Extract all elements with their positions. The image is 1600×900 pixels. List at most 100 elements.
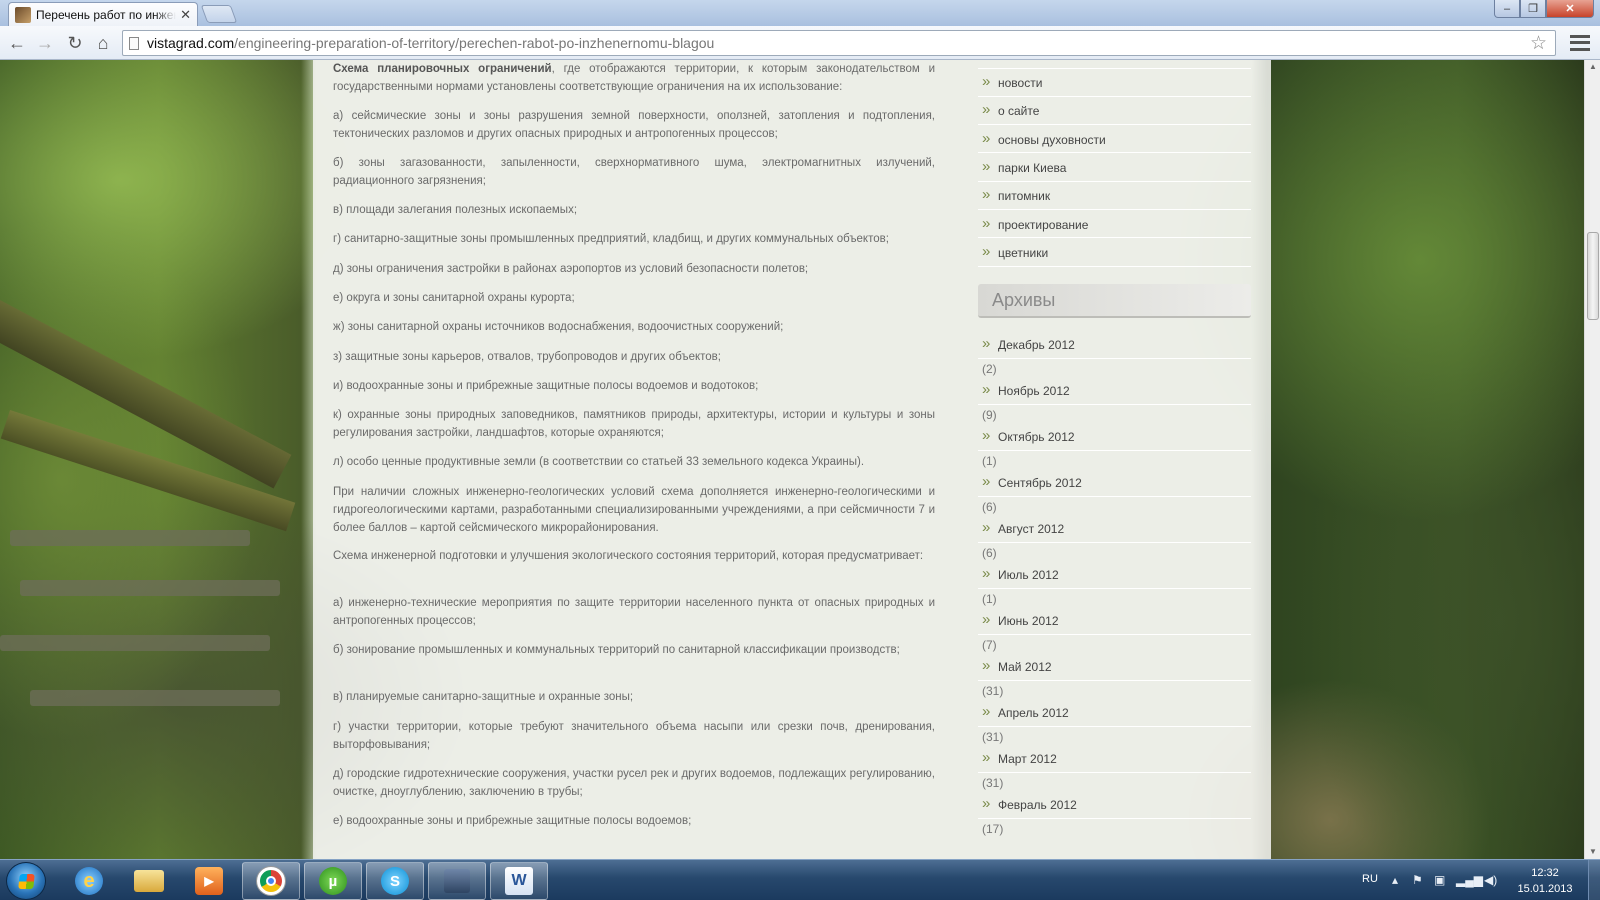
article-paragraph: л) особо ценные продуктивные земли (в со…: [333, 456, 865, 468]
media-player-icon[interactable]: ▶: [180, 862, 238, 900]
show-desktop-button[interactable]: [1588, 860, 1600, 900]
start-button[interactable]: [6, 862, 46, 900]
article-paragraph: д) городские гидротехнические сооружения…: [333, 768, 935, 798]
category-link[interactable]: проектирование: [978, 215, 1251, 232]
category-link[interactable]: о сайте: [978, 101, 1251, 118]
tray-expand-icon[interactable]: ▴: [1392, 873, 1398, 887]
background-image: [30, 690, 280, 706]
archive-count: (31): [982, 730, 1004, 744]
chrome-icon[interactable]: [242, 862, 300, 900]
vertical-scrollbar[interactable]: ▲ ▼: [1584, 60, 1600, 859]
background-image: [0, 635, 270, 651]
archive-link[interactable]: Апрель 2012: [978, 703, 1251, 720]
internet-explorer-icon[interactable]: e: [60, 862, 118, 900]
archive-link[interactable]: Июль 2012: [978, 565, 1251, 582]
background-image: [10, 530, 250, 546]
article-bold-term: Схема планировочных ограничений: [333, 63, 552, 75]
browser-tab[interactable]: Перечень работ по инженерной ✕: [8, 2, 198, 26]
divider: [978, 726, 1251, 727]
reload-icon[interactable]: ↻: [64, 32, 86, 54]
scroll-down-arrow-icon[interactable]: ▼: [1585, 845, 1600, 859]
divider: [978, 680, 1251, 681]
bookmark-star-icon[interactable]: ☆: [1530, 32, 1547, 55]
url-host: vistagrad.com: [147, 35, 235, 51]
category-link[interactable]: основы духовности: [978, 130, 1251, 147]
new-tab-button[interactable]: [200, 5, 238, 23]
archive-link[interactable]: Март 2012: [978, 749, 1251, 766]
archive-count: (9): [982, 408, 997, 422]
clock[interactable]: 12:32 15.01.2013: [1510, 865, 1580, 897]
home-icon[interactable]: ⌂: [92, 32, 114, 54]
category-link[interactable]: новости: [978, 73, 1251, 90]
divider: [978, 96, 1251, 97]
archive-link[interactable]: Август 2012: [978, 519, 1251, 536]
safely-remove-icon[interactable]: ▣: [1434, 873, 1445, 887]
archives-heading: Архивы: [978, 284, 1251, 318]
archive-count: (31): [982, 684, 1004, 698]
archive-link[interactable]: Октябрь 2012: [978, 427, 1251, 444]
archive-link[interactable]: Декабрь 2012: [978, 335, 1251, 352]
archive-count: (2): [982, 362, 997, 376]
computer-icon[interactable]: [428, 862, 486, 900]
article-paragraph: г) санитарно-защитные зоны промышленных …: [333, 233, 889, 245]
clock-date: 15.01.2013: [1517, 883, 1573, 895]
language-indicator[interactable]: RU: [1362, 873, 1378, 885]
archive-count: (17): [982, 822, 1004, 836]
utorrent-icon[interactable]: µ: [304, 862, 362, 900]
window-minimize-button[interactable]: ‒: [1494, 0, 1520, 18]
archive-link[interactable]: Июнь 2012: [978, 611, 1251, 628]
browser-tab-bar: Перечень работ по инженерной ✕ ‒ ❐ ✕: [0, 0, 1600, 26]
network-icon[interactable]: ▂▄▆: [1456, 873, 1483, 887]
action-center-flag-icon[interactable]: ⚑: [1412, 873, 1423, 887]
article-paragraph: е) округа и зоны санитарной охраны курор…: [333, 292, 575, 304]
divider: [978, 588, 1251, 589]
archive-link[interactable]: Ноябрь 2012: [978, 381, 1251, 398]
divider: [978, 818, 1251, 819]
clock-time: 12:32: [1531, 867, 1559, 879]
category-link[interactable]: питомник: [978, 186, 1251, 203]
divider: [978, 404, 1251, 405]
article-paragraph: з) защитные зоны карьеров, отвалов, труб…: [333, 351, 721, 363]
archive-count: (31): [982, 776, 1004, 790]
article-paragraph: к) охранные зоны природных заповедников,…: [333, 409, 935, 439]
divider: [978, 496, 1251, 497]
window-maximize-button[interactable]: ❐: [1520, 0, 1546, 18]
divider: [978, 542, 1251, 543]
archive-link[interactable]: Сентябрь 2012: [978, 473, 1251, 490]
divider: [978, 68, 1251, 69]
forward-arrow-icon[interactable]: →: [34, 32, 56, 54]
archive-count: (6): [982, 546, 997, 560]
divider: [978, 266, 1251, 267]
scroll-up-arrow-icon[interactable]: ▲: [1585, 60, 1600, 74]
divider: [978, 772, 1251, 773]
article-paragraph: Схема планировочных ограничений, где ото…: [333, 63, 935, 93]
article-paragraph: и) водоохранные зоны и прибрежные защитн…: [333, 380, 759, 392]
article-paragraph: Схема инженерной подготовки и улучшения …: [333, 550, 924, 562]
browser-toolbar: ← → ↻ ⌂ vistagrad.com/engineering-prepar…: [0, 26, 1600, 60]
word-icon[interactable]: W: [490, 862, 548, 900]
article-paragraph: а) инженерно-технические мероприятия по …: [333, 597, 935, 627]
divider: [978, 237, 1251, 238]
category-link[interactable]: парки Киева: [978, 158, 1251, 175]
scrollbar-thumb[interactable]: [1587, 232, 1599, 320]
archive-count: (1): [982, 592, 997, 606]
article-paragraph: б) зонирование промышленных и коммунальн…: [333, 644, 900, 656]
menu-icon[interactable]: [1570, 33, 1590, 53]
tab-title: Перечень работ по инженерной: [36, 7, 176, 22]
window-close-button[interactable]: ✕: [1546, 0, 1594, 18]
article-paragraph: д) зоны ограничения застройки в районах …: [333, 263, 809, 275]
address-bar[interactable]: vistagrad.com/engineering-preparation-of…: [122, 30, 1556, 56]
file-explorer-icon[interactable]: [120, 862, 178, 900]
article-paragraph: в) площади залегания полезных ископаемых…: [333, 204, 578, 216]
article-paragraph: а) сейсмические зоны и зоны разрушения з…: [333, 110, 935, 140]
category-link[interactable]: цветники: [978, 243, 1251, 260]
volume-icon[interactable]: ◀): [1484, 873, 1497, 887]
tab-close-icon[interactable]: ✕: [180, 7, 191, 23]
back-arrow-icon[interactable]: ←: [6, 32, 28, 54]
archive-count: (6): [982, 500, 997, 514]
archive-link[interactable]: Май 2012: [978, 657, 1251, 674]
archive-link[interactable]: Февраль 2012: [978, 795, 1251, 812]
page-icon: [129, 36, 139, 50]
skype-icon[interactable]: S: [366, 862, 424, 900]
page-viewport: Схема планировочных ограничений, где ото…: [0, 60, 1584, 859]
